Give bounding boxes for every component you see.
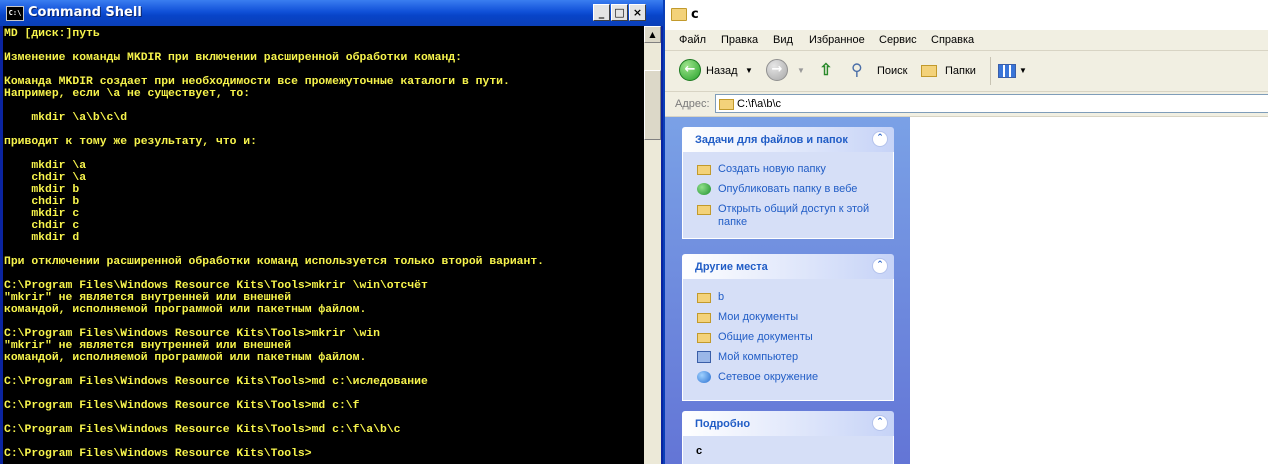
new-folder-icon (697, 165, 711, 175)
my-documents-icon (697, 313, 711, 323)
folder-icon (671, 8, 687, 21)
collapse-chevron-icon[interactable]: ⌃ (872, 258, 888, 274)
address-label: Адрес: (675, 98, 710, 110)
details-name: c (696, 445, 703, 457)
collapse-chevron-icon[interactable]: ⌃ (872, 131, 888, 147)
shared-documents-icon (697, 333, 711, 343)
explorer-title-bar[interactable]: c (665, 0, 1268, 30)
toolbar-separator (990, 57, 991, 85)
file-tasks-title: Задачи для файлов и папок (695, 134, 848, 146)
scroll-thumb[interactable] (644, 70, 661, 140)
details-title: Подробно (695, 418, 751, 430)
forward-arrow-icon[interactable]: → (766, 59, 788, 81)
collapse-chevron-icon[interactable]: ⌃ (872, 415, 888, 431)
folders-button[interactable]: Папки (945, 59, 976, 83)
search-icon[interactable]: ⚲ (851, 59, 863, 83)
menu-edit[interactable]: Правка (721, 33, 758, 47)
maximize-button[interactable]: □ (611, 4, 628, 21)
network-icon (697, 371, 711, 383)
details-body: c (682, 436, 894, 464)
address-value: C:\f\a\b\c (737, 98, 782, 110)
other-places-body: b Мои документы Общие документы Мой комп… (682, 279, 894, 401)
task-label: Открыть общий доступ к этой папке (718, 203, 870, 228)
views-dropdown-icon[interactable]: ▼ (1019, 59, 1027, 83)
details-panel: Подробно ⌃ c (682, 411, 894, 464)
forward-dropdown-icon[interactable]: ▼ (797, 59, 805, 83)
folders-icon[interactable] (921, 65, 937, 77)
file-list-area[interactable] (910, 117, 1268, 464)
place-label: b (718, 291, 725, 303)
menu-bar: Файл Правка Вид Избранное Сервис Справка (665, 30, 1268, 51)
close-button[interactable]: × (629, 4, 646, 21)
details-header[interactable]: Подробно ⌃ (682, 411, 894, 436)
file-tasks-panel: Задачи для файлов и папок ⌃ Создать нову… (682, 127, 894, 239)
console-output[interactable]: MD [диск:]путь Изменение команды MKDIR п… (3, 26, 644, 464)
cmd-window-title: Command Shell (28, 5, 142, 20)
address-folder-icon (719, 99, 734, 110)
menu-tools[interactable]: Сервис (879, 33, 917, 47)
my-computer-icon (697, 351, 711, 363)
scroll-up-arrow-icon[interactable]: ▲ (644, 26, 661, 43)
toolbar: ← Назад ▼ → ▼ ⇧ ⚲ Поиск Папки ▼ (665, 51, 1268, 92)
address-input[interactable]: C:\f\a\b\c (715, 94, 1268, 113)
folder-up-icon[interactable]: ⇧ (815, 59, 837, 83)
console-text: MD [диск:]путь Изменение команды MKDIR п… (4, 28, 545, 460)
folder-icon (697, 293, 711, 303)
place-label: Сетевое окружение (718, 371, 819, 383)
console-icon: C:\ (6, 6, 24, 21)
other-places-panel: Другие места ⌃ b Мои документы Общие док… (682, 254, 894, 401)
menu-favorites[interactable]: Избранное (809, 33, 865, 47)
other-places-header[interactable]: Другие места ⌃ (682, 254, 894, 279)
minimize-button[interactable]: _ (593, 4, 610, 21)
menu-help[interactable]: Справка (931, 33, 974, 47)
place-label: Мой компьютер (718, 351, 799, 363)
task-pane: Задачи для файлов и папок ⌃ Создать нову… (665, 117, 910, 464)
share-folder-icon (697, 205, 711, 215)
back-button[interactable]: Назад (706, 59, 738, 83)
cmd-title-bar[interactable]: C:\ Command Shell _ □ × (0, 0, 663, 26)
file-tasks-header[interactable]: Задачи для файлов и папок ⌃ (682, 127, 894, 152)
place-label: Мои документы (718, 311, 799, 323)
file-tasks-body: Создать новую папку Опубликовать папку в… (682, 152, 894, 239)
console-scrollbar[interactable]: ▲ (644, 26, 661, 464)
menu-view[interactable]: Вид (773, 33, 793, 47)
other-places-title: Другие места (695, 261, 768, 273)
address-bar: Адрес: C:\f\a\b\c (665, 92, 1268, 117)
views-icon[interactable] (998, 64, 1016, 78)
back-arrow-icon[interactable]: ← (679, 59, 701, 81)
explorer-window-title: c (691, 7, 699, 22)
task-label: Создать новую папку (718, 163, 826, 175)
place-label: Общие документы (718, 331, 813, 343)
search-button[interactable]: Поиск (877, 59, 907, 83)
back-dropdown-icon[interactable]: ▼ (745, 59, 753, 83)
menu-file[interactable]: Файл (679, 33, 706, 47)
explorer-window[interactable]: c Файл Правка Вид Избранное Сервис Справ… (663, 0, 1268, 464)
task-label: Опубликовать папку в вебе (718, 183, 858, 195)
publish-web-icon (697, 183, 711, 195)
command-shell-window[interactable]: C:\ Command Shell _ □ × MD [диск:]путь И… (0, 0, 663, 464)
